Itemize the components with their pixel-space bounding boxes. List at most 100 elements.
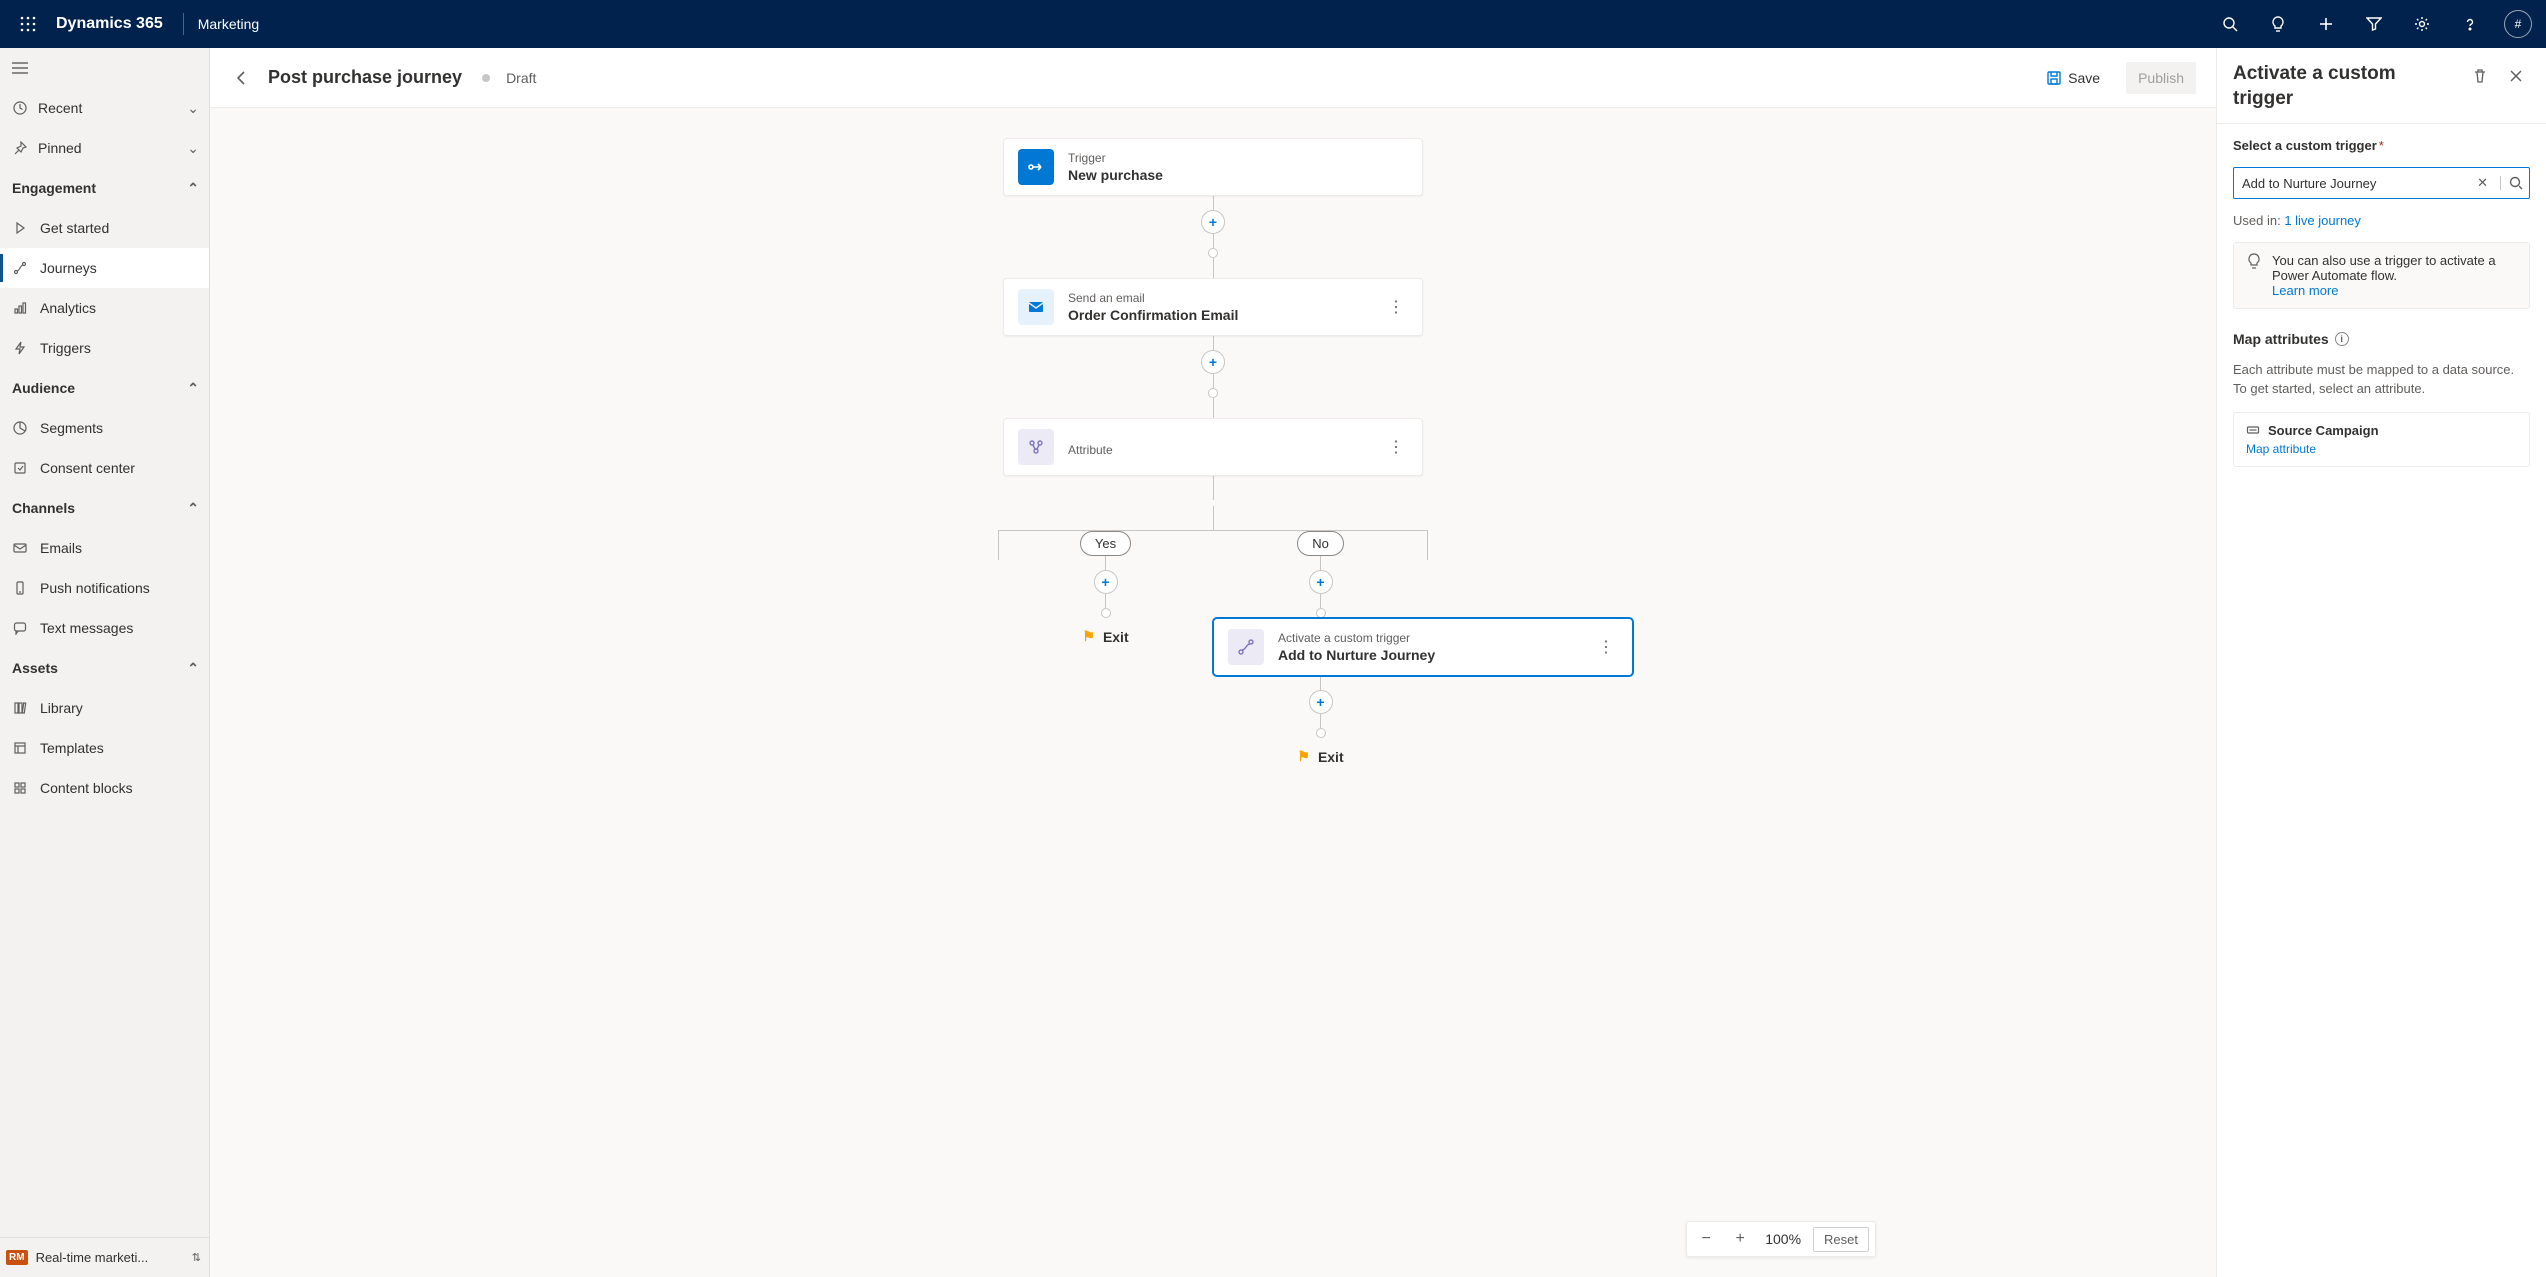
zoom-out-button[interactable]: − <box>1693 1226 1719 1252</box>
nav-item-emails[interactable]: Emails <box>0 528 209 568</box>
used-in-prefix: Used in: <box>2233 213 2284 228</box>
nav-collapse-button[interactable] <box>0 48 209 88</box>
nav-pinned[interactable]: Pinned ⌄ <box>0 128 209 168</box>
nav-item-library[interactable]: Library <box>0 688 209 728</box>
push-icon <box>12 580 28 596</box>
save-button[interactable]: Save <box>2034 62 2112 94</box>
segments-icon <box>12 420 28 436</box>
nav-item-triggers[interactable]: Triggers <box>0 328 209 368</box>
panel-close-button[interactable] <box>2502 62 2530 90</box>
node-overflow-button[interactable]: ⋮ <box>1384 297 1408 317</box>
node-email[interactable]: Send an email Order Confirmation Email ⋮ <box>1003 278 1423 336</box>
nav-item-sms[interactable]: Text messages <box>0 608 209 648</box>
nav-group-label: Audience <box>12 380 75 396</box>
nav-group-engagement[interactable]: Engagement ⌃ <box>0 168 209 208</box>
field-icon <box>2246 423 2260 437</box>
map-attribute-link[interactable]: Map attribute <box>2246 442 2517 456</box>
nav-item-push[interactable]: Push notifications <box>0 568 209 608</box>
nav-item-templates[interactable]: Templates <box>0 728 209 768</box>
app-area-label[interactable]: Marketing <box>190 16 267 32</box>
branch-label-no[interactable]: No <box>1297 531 1344 556</box>
used-in-text: Used in: 1 live journey <box>2233 213 2530 228</box>
templates-icon <box>12 740 28 756</box>
search-icon <box>2509 176 2523 190</box>
info-icon[interactable]: i <box>2335 332 2349 346</box>
play-icon <box>12 220 28 236</box>
nav-item-label: Text messages <box>40 620 133 636</box>
assistant-button[interactable] <box>2254 0 2302 48</box>
zoom-reset-button[interactable]: Reset <box>1813 1227 1869 1252</box>
library-icon <box>12 700 28 716</box>
nav-item-label: Triggers <box>40 340 91 356</box>
node-main-label: New purchase <box>1068 167 1163 183</box>
nav-item-blocks[interactable]: Content blocks <box>0 768 209 808</box>
help-icon <box>2462 16 2478 32</box>
app-launcher-button[interactable] <box>4 0 52 48</box>
node-overflow-button[interactable]: ⋮ <box>1594 637 1618 657</box>
power-automate-info: You can also use a trigger to activate a… <box>2233 242 2530 309</box>
nav-item-get-started[interactable]: Get started <box>0 208 209 248</box>
nav-recent[interactable]: Recent ⌄ <box>0 88 209 128</box>
global-help-button[interactable] <box>2446 0 2494 48</box>
journey-canvas[interactable]: Trigger New purchase + Send an email <box>210 108 2216 1277</box>
save-icon <box>2046 70 2062 86</box>
global-add-button[interactable] <box>2302 0 2350 48</box>
hamburger-icon <box>12 62 28 74</box>
nav-group-assets[interactable]: Assets ⌃ <box>0 648 209 688</box>
area-switch-label: Real-time marketi... <box>36 1250 149 1265</box>
add-node-button[interactable]: + <box>1309 570 1333 594</box>
global-filter-button[interactable] <box>2350 0 2398 48</box>
brand-label[interactable]: Dynamics 365 <box>52 15 171 33</box>
filter-icon <box>2366 16 2382 32</box>
page-title: Post purchase journey <box>268 67 462 88</box>
add-node-button[interactable]: + <box>1201 350 1225 374</box>
global-settings-button[interactable] <box>2398 0 2446 48</box>
publish-button[interactable]: Publish <box>2126 62 2196 94</box>
back-button[interactable] <box>230 70 254 86</box>
trash-icon <box>2472 68 2488 84</box>
info-learn-more-link[interactable]: Learn more <box>2272 283 2338 298</box>
zoom-value: 100% <box>1761 1231 1805 1247</box>
nav-item-label: Consent center <box>40 460 135 476</box>
lightbulb-icon <box>2270 16 2286 32</box>
nav-item-label: Content blocks <box>40 780 133 796</box>
zoom-in-button[interactable]: + <box>1727 1226 1753 1252</box>
nav-item-label: Emails <box>40 540 82 556</box>
node-custom-trigger[interactable]: Activate a custom trigger Add to Nurture… <box>1213 618 1633 676</box>
nav-pinned-label: Pinned <box>38 140 82 156</box>
node-attribute[interactable]: Attribute ⋮ <box>1003 418 1423 476</box>
lookup-clear-button[interactable]: ✕ <box>2471 175 2494 191</box>
branch-label-yes[interactable]: Yes <box>1080 531 1131 556</box>
trigger-lookup-input[interactable]: Add to Nurture Journey ✕ <box>2233 167 2530 199</box>
branch-exit: ⚑ Exit <box>1297 748 1343 765</box>
arrow-left-icon <box>234 70 250 86</box>
nav-item-analytics[interactable]: Analytics <box>0 288 209 328</box>
node-main-label: Add to Nurture Journey <box>1278 647 1435 663</box>
global-nav-bar: Dynamics 365 Marketing # <box>0 0 2546 48</box>
map-attributes-heading: Map attributes <box>2233 331 2329 347</box>
nav-item-segments[interactable]: Segments <box>0 408 209 448</box>
connector-endpoint <box>1208 248 1218 258</box>
nav-item-journeys[interactable]: Journeys <box>0 248 209 288</box>
properties-panel: Activate a custom trigger Select a custo… <box>2216 48 2546 1277</box>
node-overflow-button[interactable]: ⋮ <box>1384 437 1408 457</box>
user-avatar[interactable]: # <box>2504 10 2532 38</box>
lookup-search-button[interactable] <box>2500 176 2523 190</box>
nav-group-channels[interactable]: Channels ⌃ <box>0 488 209 528</box>
add-node-button[interactable]: + <box>1309 690 1333 714</box>
custom-trigger-tile-icon <box>1228 629 1264 665</box>
search-icon <box>2222 16 2238 32</box>
attribute-card[interactable]: Source Campaign Map attribute <box>2233 412 2530 467</box>
global-search-button[interactable] <box>2206 0 2254 48</box>
area-switcher[interactable]: RM Real-time marketi... ⇅ <box>0 1237 209 1277</box>
flag-icon: ⚑ <box>1082 628 1095 645</box>
node-trigger[interactable]: Trigger New purchase <box>1003 138 1423 196</box>
used-in-link[interactable]: 1 live journey <box>2284 213 2361 228</box>
email-tile-icon <box>1018 289 1054 325</box>
nav-item-consent[interactable]: Consent center <box>0 448 209 488</box>
add-node-button[interactable]: + <box>1201 210 1225 234</box>
nav-group-audience[interactable]: Audience ⌃ <box>0 368 209 408</box>
add-node-button[interactable]: + <box>1094 570 1118 594</box>
panel-delete-button[interactable] <box>2466 62 2494 90</box>
blocks-icon <box>12 780 28 796</box>
